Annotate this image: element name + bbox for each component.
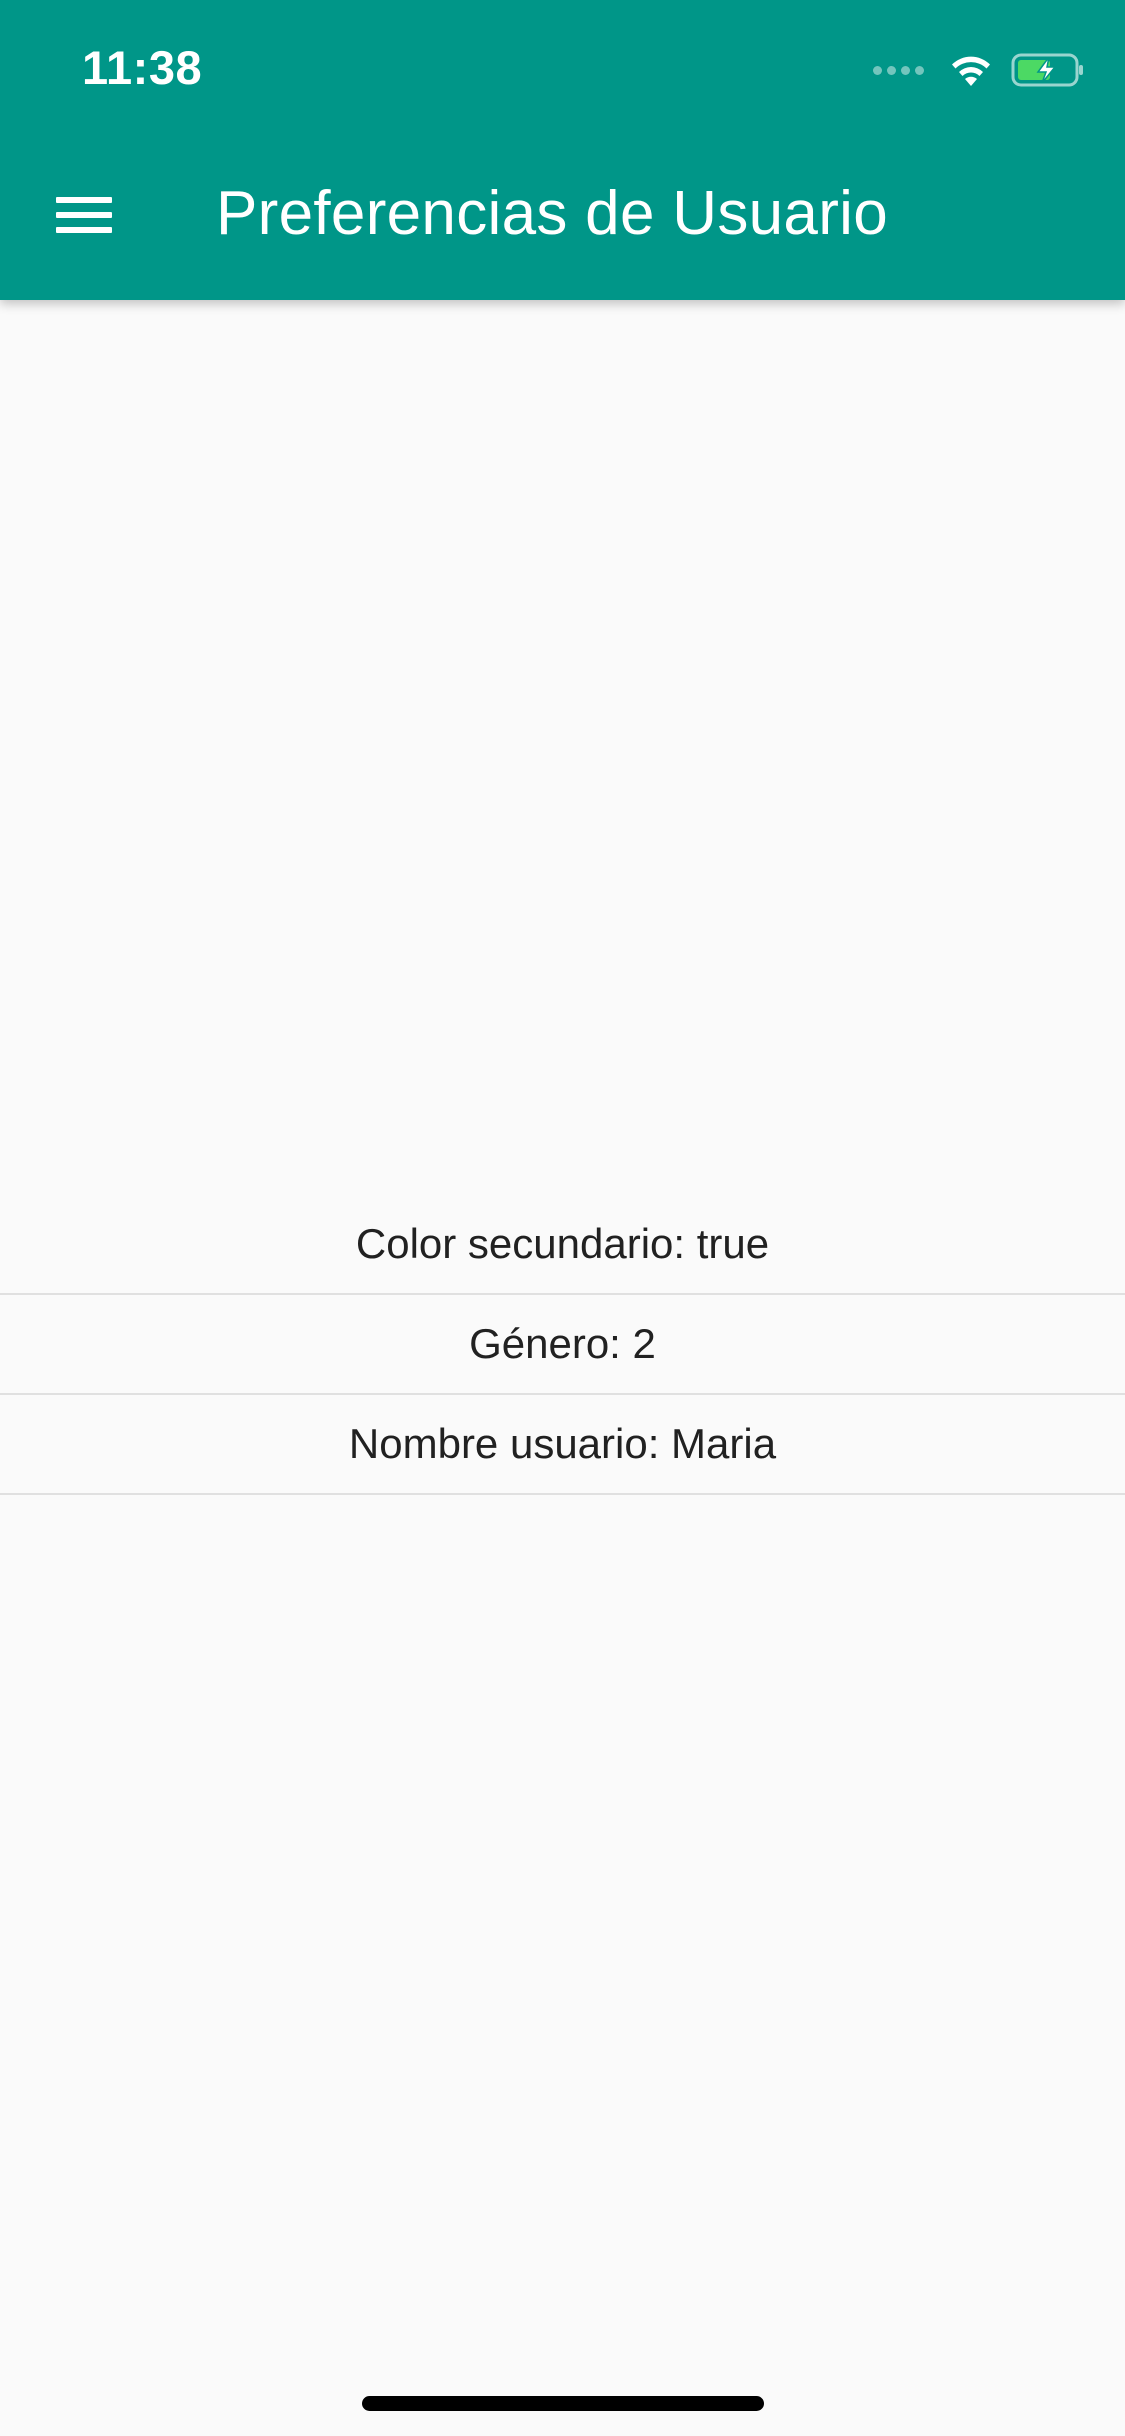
list-item-gender: Género: 2 (0, 1295, 1125, 1395)
battery-charging-icon (1011, 53, 1083, 87)
signal-dots-icon (873, 65, 929, 75)
home-indicator[interactable] (362, 2396, 764, 2411)
wifi-icon (952, 56, 990, 86)
list-item-username: Nombre usuario: Maria (0, 1395, 1125, 1495)
status-icons (873, 50, 1085, 90)
page-title: Preferencias de Usuario (216, 179, 889, 248)
list-item-text: Género: 2 (469, 1320, 656, 1367)
status-time: 11:38 (82, 41, 203, 94)
menu-button[interactable] (44, 180, 124, 250)
hamburger-menu-icon (56, 188, 112, 242)
app-bar: 11:38 Preferencias de Usuario (0, 0, 1125, 300)
list-item-text: Color secundario: true (355, 1220, 770, 1267)
list-item-secondary-color: Color secundario: true (0, 1195, 1125, 1295)
app-screen: 11:38 Preferencias de Usuario Color secu… (0, 0, 1125, 2436)
preferences-list: Color secundario: true Género: 2 Nombre … (0, 1195, 1125, 1495)
list-item-text: Nombre usuario: Maria (348, 1420, 777, 1467)
